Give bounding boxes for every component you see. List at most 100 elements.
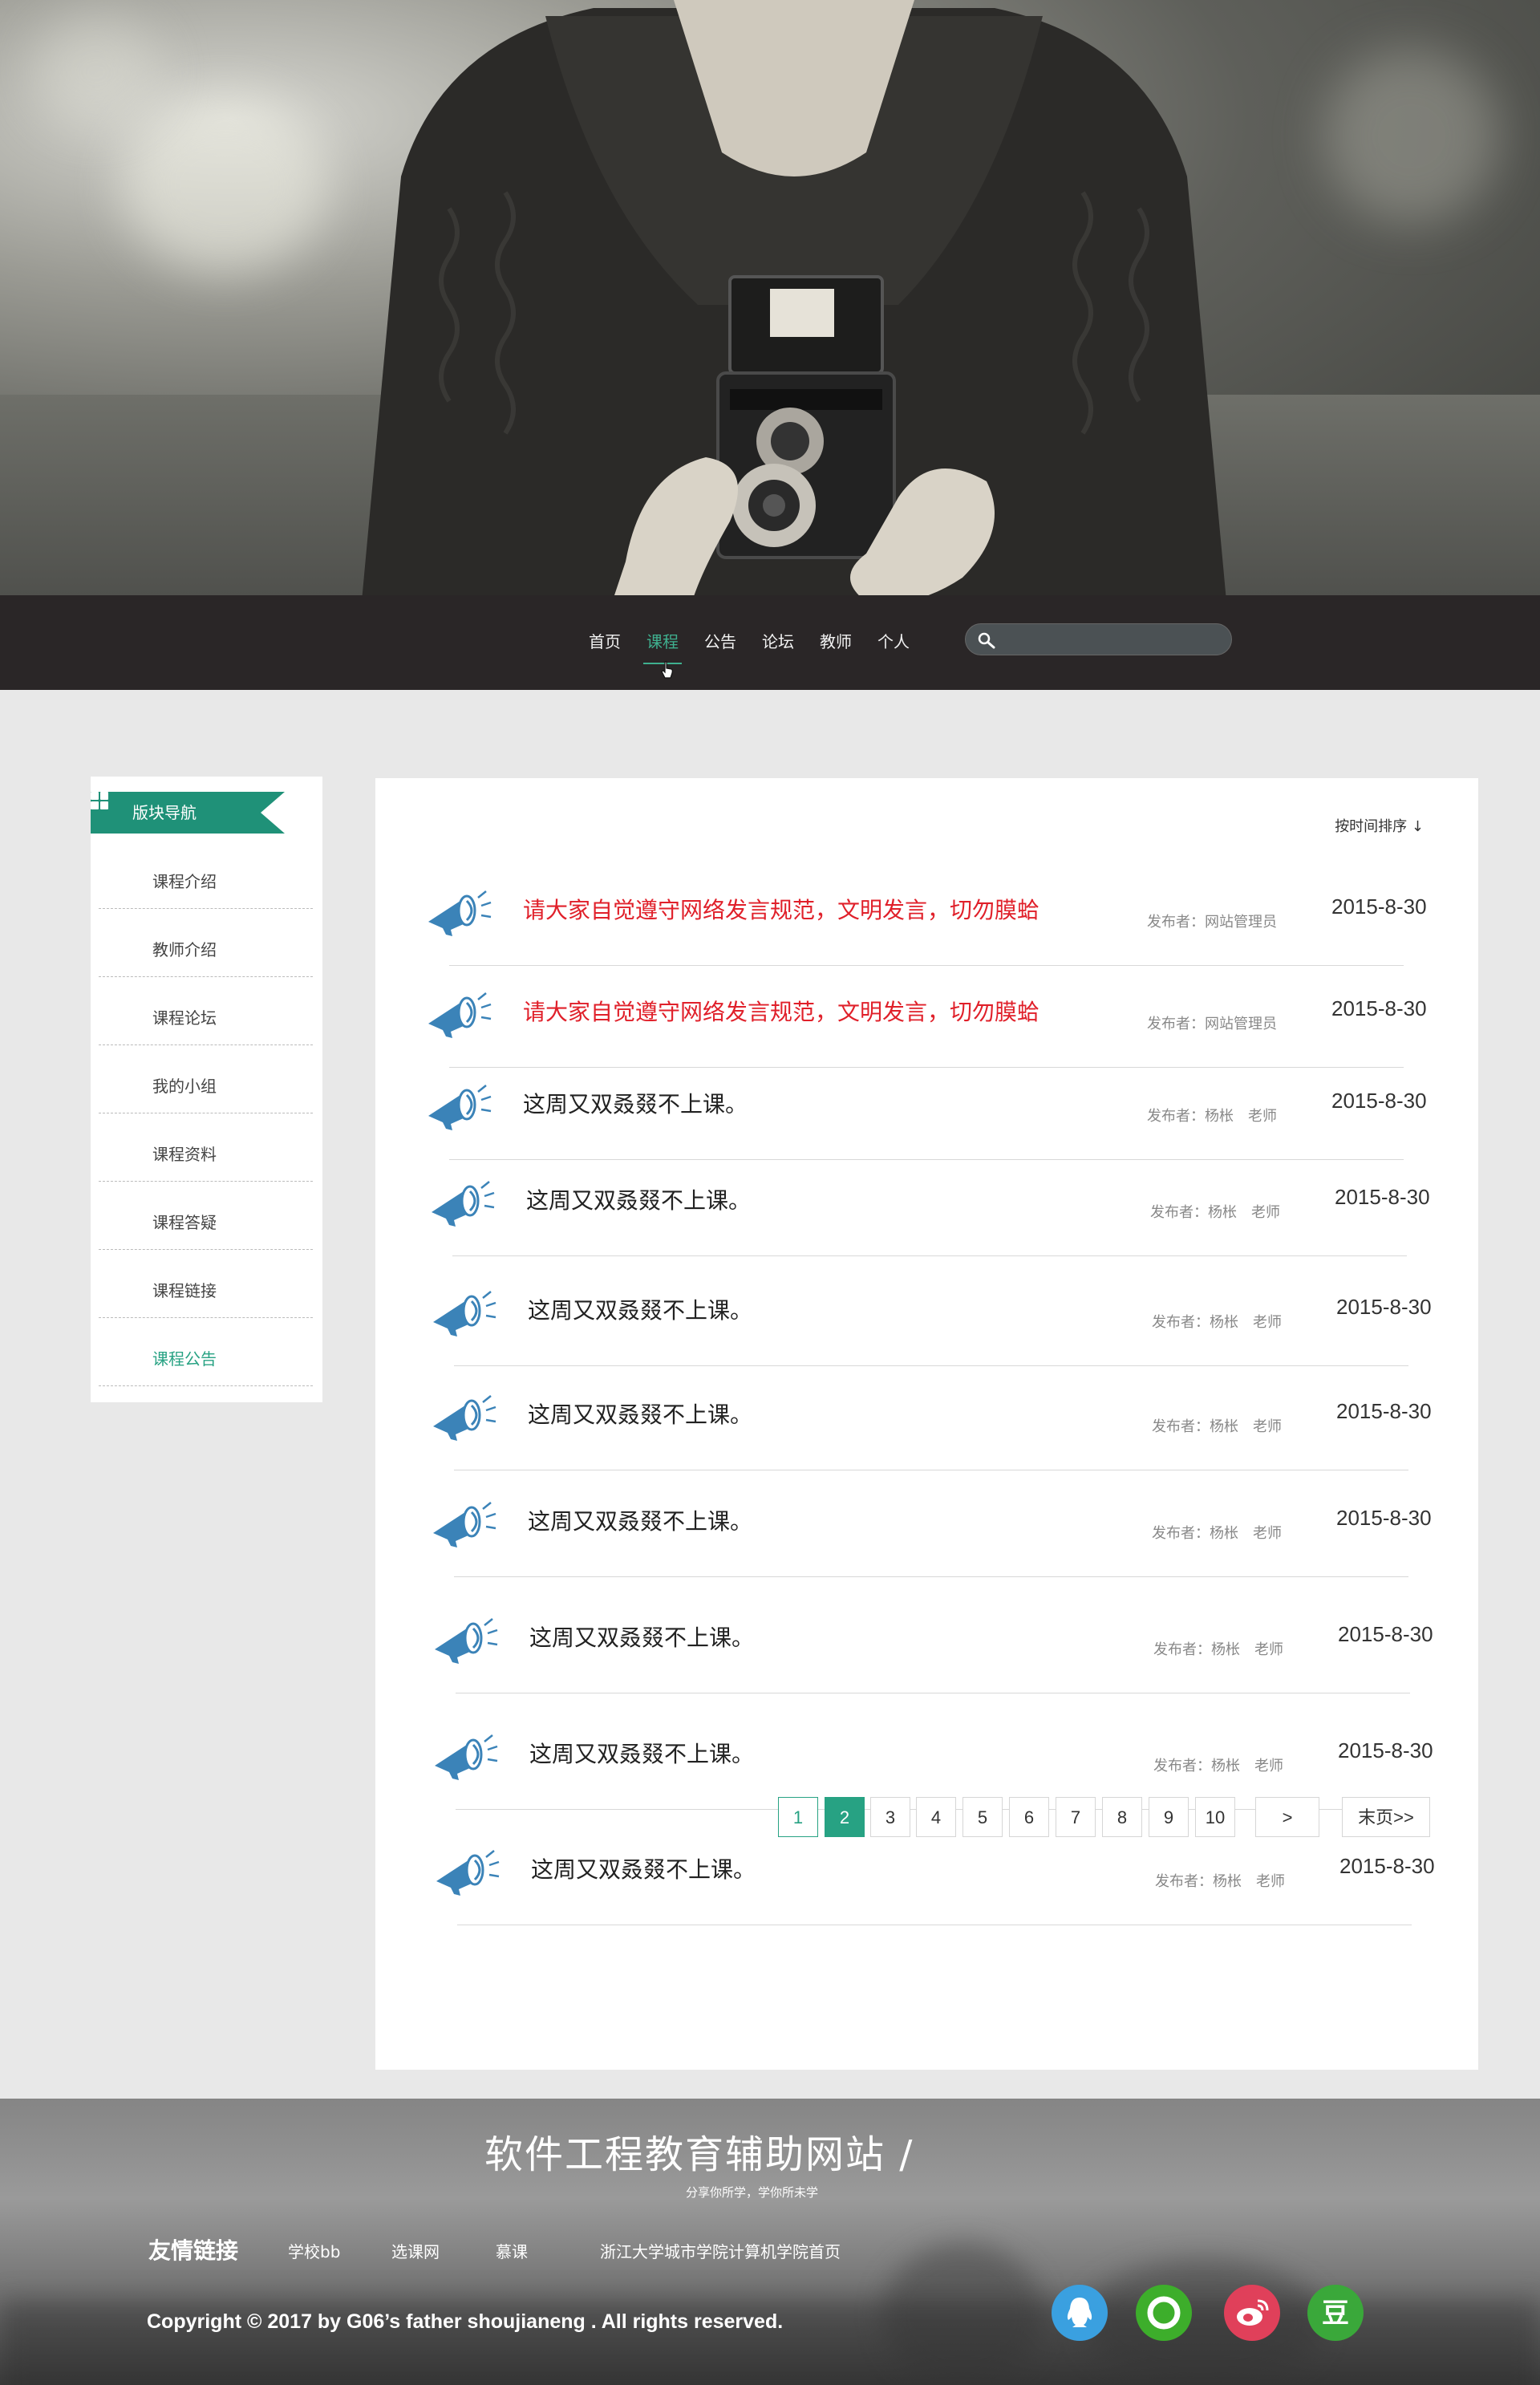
notice-publisher: 发布者：杨枨 老师 [1152,1418,1282,1435]
notice-title[interactable]: 这周又双叒叕不上课。 [528,1293,752,1325]
announcement-list-panel: 按时间排序 ↓ 请大家自觉遵守网络发言规范，文明发言，切勿膜蛤 发布者：网站管理员… [375,778,1478,2070]
page-button-3[interactable]: 3 [870,1797,910,1837]
svg-text:豆: 豆 [1322,2298,1349,2330]
sidebar-item-course-announcements[interactable]: 课程公告 [99,1318,313,1386]
sidebar-item-course-forum[interactable]: 课程论坛 [99,977,313,1045]
site-footer: 软件工程教育辅助网站 / 分享你所学，学你所未学 友情链接 学校bb 选课网 慕… [0,2099,1540,2385]
notice-date: 2015-8-30 [1338,1622,1433,1646]
notice-publisher: 发布者：杨枨 老师 [1147,1108,1277,1125]
footer-site-title: 软件工程教育辅助网站 / [484,2132,914,2177]
page-button-1[interactable]: 1 [778,1797,818,1837]
notice-title[interactable]: 请大家自觉遵守网络发言规范，文明发言，切勿膜蛤 [523,893,1040,925]
sidebar-item-my-group[interactable]: 我的小组 [99,1045,313,1113]
weibo-icon[interactable] [1224,2285,1280,2341]
megaphone-icon [428,890,492,936]
notice-row[interactable]: 请大家自觉遵守网络发言规范，文明发言，切勿膜蛤发布者：网站管理员 2015-8-3… [425,988,1427,1068]
page-button-5[interactable]: 5 [962,1797,1003,1837]
notice-date: 2015-8-30 [1338,1738,1433,1762]
notice-publisher: 发布者：杨枨 老师 [1152,1525,1282,1542]
megaphone-icon [436,1850,500,1896]
sidebar-item-course-intro[interactable]: 课程介绍 [99,841,313,909]
hand-pointer-cursor-icon [661,661,673,679]
notice-row[interactable]: 这周又双叒叕不上课。 发布者：杨枨 老师 2015-8-30 [430,1287,1432,1366]
notice-publisher: 发布者：杨枨 老师 [1153,1641,1283,1658]
sidebar-item-course-qa[interactable]: 课程答疑 [99,1182,313,1250]
sidebar-title: 版块导航 [132,803,197,822]
page-button-8[interactable]: 8 [1102,1797,1142,1837]
sidebar-item-teacher-intro[interactable]: 教师介绍 [99,909,313,977]
page-button-2[interactable]: 2 [825,1797,865,1837]
page-button-4[interactable]: 4 [916,1797,956,1837]
notice-date: 2015-8-30 [1331,894,1427,919]
megaphone-icon [428,992,492,1038]
sidebar-item-course-materials[interactable]: 课程资料 [99,1113,313,1182]
hero-banner-image [0,0,1540,595]
row-divider [449,1159,1404,1160]
wechat-moments-icon[interactable] [1136,2285,1192,2341]
megaphone-icon [435,1618,498,1664]
notice-date: 2015-8-30 [1331,996,1427,1020]
sidebar-item-course-links[interactable]: 课程链接 [99,1250,313,1318]
row-divider [449,965,1404,966]
footer-link-school-bb[interactable]: 学校bb [288,2239,340,2262]
footer-slogan: 分享你所学，学你所未学 [686,2185,819,2200]
notice-title[interactable]: 请大家自觉遵守网络发言规范，文明发言，切勿膜蛤 [523,995,1040,1027]
megaphone-icon [433,1395,496,1441]
notice-row[interactable]: 这周又双叒叕不上课。 发布者：杨枨 老师 2015-8-30 [433,1846,1435,1925]
nav-item-announcements[interactable]: 公告 [691,624,749,659]
last-page-button[interactable]: 末页>> [1342,1797,1430,1837]
notice-publisher: 发布者：网站管理员 [1147,1016,1277,1032]
notice-row[interactable]: 这周又双叒叕不上课。发布者：杨枨 老师 2015-8-30 [430,1391,1432,1470]
grid-icon [91,792,108,809]
notice-title[interactable]: 这周又双叒叕不上课。 [523,1087,748,1119]
notice-row[interactable]: 这周又双叒叕不上课。 发布者：杨枨 老师 2015-8-30 [428,1177,1430,1256]
row-divider [454,1576,1408,1577]
sidebar-menu: 课程介绍 教师介绍 课程论坛 我的小组 课程资料 课程答疑 课程链接 课程公告 [99,841,313,1386]
page-button-6[interactable]: 6 [1009,1797,1049,1837]
notice-date: 2015-8-30 [1336,1399,1432,1423]
next-page-button[interactable]: > [1255,1797,1319,1837]
notice-title[interactable]: 这周又双叒叕不上课。 [529,1737,754,1769]
page-button-10[interactable]: 10 [1195,1797,1235,1837]
sidebar-header: 版块导航 [91,792,285,834]
row-divider [449,1067,1404,1068]
notice-title[interactable]: 这周又双叒叕不上课。 [528,1504,752,1536]
notice-row[interactable]: 这周又双叒叕不上课。 发布者：杨枨 老师 2015-8-30 [432,1730,1433,1810]
page-button-9[interactable]: 9 [1149,1797,1189,1837]
notice-publisher: 发布者：杨枨 老师 [1155,1873,1285,1890]
megaphone-icon [432,1181,495,1227]
notice-row[interactable]: 这周又双叒叕不上课。发布者：杨枨 老师 2015-8-30 [430,1498,1432,1577]
nav-item-personal[interactable]: 个人 [865,624,922,659]
footer-link-course-selection[interactable]: 选课网 [391,2239,440,2262]
sort-by-time-button[interactable]: 按时间排序 ↓ [1335,815,1424,836]
section-navigation-sidebar: 版块导航 课程介绍 教师介绍 课程论坛 我的小组 课程资料 课程答疑 课程链接 … [91,777,322,1402]
search-icon[interactable] [977,631,996,649]
page-button-7[interactable]: 7 [1056,1797,1096,1837]
notice-publisher: 发布者：杨枨 老师 [1152,1314,1282,1331]
notice-row[interactable]: 这周又双叒叕不上课。 发布者：杨枨 老师 2015-8-30 [425,1081,1427,1160]
notice-row[interactable]: 请大家自觉遵守网络发言规范，文明发言，切勿膜蛤发布者：网站管理员 2015-8-3… [425,886,1427,966]
nav-item-home[interactable]: 首页 [576,624,634,659]
notice-title[interactable]: 这周又双叒叕不上课。 [526,1183,751,1215]
footer-link-mooc[interactable]: 慕课 [496,2239,528,2262]
search-input[interactable] [1001,629,1218,651]
notice-row[interactable]: 这周又双叒叕不上课。发布者：杨枨 老师 2015-8-30 [432,1614,1433,1693]
nav-item-forum[interactable]: 论坛 [749,624,807,659]
notice-title[interactable]: 这周又双叒叕不上课。 [531,1852,756,1884]
notice-publisher: 发布者：杨枨 老师 [1150,1204,1280,1221]
search-box [965,623,1232,655]
notice-date: 2015-8-30 [1336,1506,1432,1530]
douban-icon[interactable]: 豆 [1307,2285,1364,2341]
qq-icon[interactable] [1052,2285,1108,2341]
notice-publisher: 发布者：网站管理员 [1147,914,1277,931]
notice-title[interactable]: 这周又双叒叕不上课。 [528,1397,752,1430]
nav-item-teachers[interactable]: 教师 [807,624,865,659]
nav-item-courses[interactable]: 课程 [634,624,691,664]
megaphone-icon [433,1502,496,1547]
row-divider [454,1365,1408,1366]
friendly-links-label: 友情链接 [148,2237,239,2264]
megaphone-icon [435,1734,498,1780]
notice-title[interactable]: 这周又双叒叕不上课。 [529,1620,754,1653]
footer-link-zucc-cs-homepage[interactable]: 浙江大学城市学院计算机学院首页 [600,2239,841,2262]
copyright-text: Copyright © 2017 by G06’s father shoujia… [147,2310,784,2333]
